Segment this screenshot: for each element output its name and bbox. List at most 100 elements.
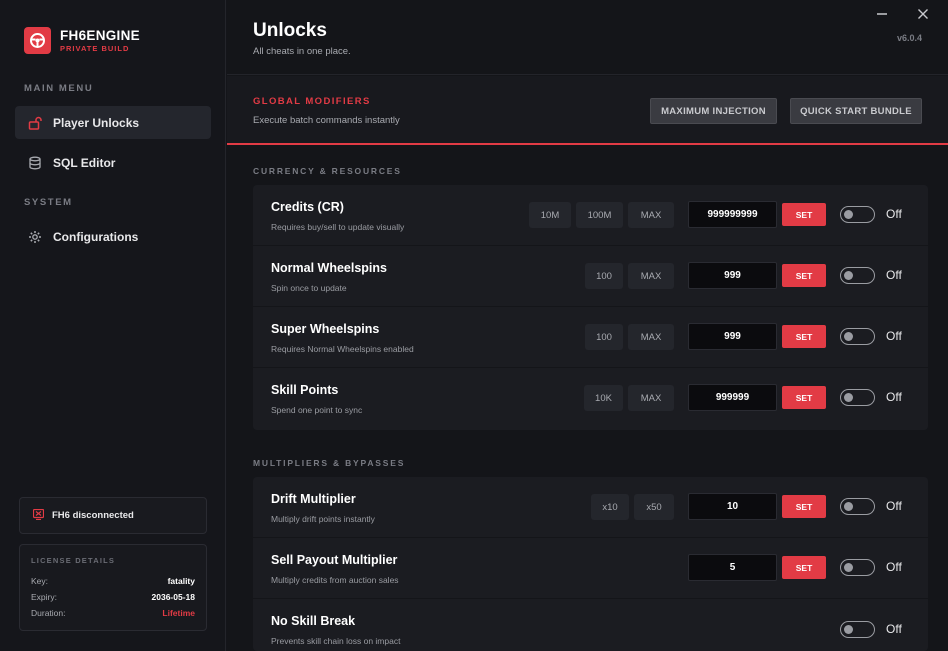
row-title: Normal Wheelspins: [271, 261, 387, 275]
sidebar-item-label: SQL Editor: [53, 155, 116, 170]
sidebar-item-player-unlocks[interactable]: Player Unlocks: [15, 106, 211, 139]
row-subtitle: Spin once to update: [271, 283, 347, 293]
preset-x50-button[interactable]: x50: [634, 494, 674, 520]
sidebar-item-configurations[interactable]: Configurations: [15, 220, 211, 253]
toggle-state-label: Off: [886, 329, 902, 343]
database-icon: [28, 156, 42, 170]
license-duration-value: Lifetime: [162, 608, 195, 618]
license-key-value: fatality: [167, 576, 195, 586]
preset-max-button[interactable]: MAX: [628, 324, 674, 350]
row-title: Sell Payout Multiplier: [271, 553, 398, 567]
sidebar-item-label: Configurations: [53, 229, 139, 244]
toggle-state-label: Off: [886, 207, 902, 221]
preset-max-button[interactable]: MAX: [628, 263, 674, 289]
preset-100-button[interactable]: 100: [585, 263, 623, 289]
drift-multiplier-value-input[interactable]: 10: [688, 493, 777, 520]
license-details: LICENSE DETAILS Key: fatality Expiry: 20…: [19, 544, 207, 631]
set-button[interactable]: SET: [782, 203, 826, 226]
row-subtitle: Requires buy/sell to update visually: [271, 222, 405, 232]
sidebar-item-sql-editor[interactable]: SQL Editor: [15, 146, 211, 179]
sell-payout-multiplier-row: Sell Payout Multiplier Multiply credits …: [253, 538, 928, 599]
row-title: Super Wheelspins: [271, 322, 380, 336]
row-subtitle: Multiply credits from auction sales: [271, 575, 399, 585]
preset-x10-button[interactable]: x10: [591, 494, 629, 520]
version-label: v6.0.4: [896, 33, 922, 43]
row-subtitle: Requires Normal Wheelspins enabled: [271, 344, 414, 354]
multipliers-panel: Drift Multiplier Multiply drift points i…: [253, 477, 928, 651]
license-title: LICENSE DETAILS: [31, 556, 116, 565]
no-skill-break-toggle[interactable]: [840, 621, 875, 638]
connection-status: FH6 disconnected: [19, 497, 207, 534]
status-text: FH6 disconnected: [52, 510, 134, 521]
normal-wheelspins-toggle[interactable]: [840, 267, 875, 284]
credits-value-input[interactable]: 999999999: [688, 201, 777, 228]
preset-100m-button[interactable]: 100M: [576, 202, 623, 228]
brand-name: FH6ENGINE: [60, 27, 140, 43]
system-label: SYSTEM: [24, 197, 73, 208]
skill-points-toggle[interactable]: [840, 389, 875, 406]
main-content: Unlocks All cheats in one place. v6.0.4 …: [227, 0, 948, 651]
minimize-icon: [877, 13, 887, 15]
super-wheelspins-value-input[interactable]: 999: [688, 323, 777, 350]
global-modifiers-subtitle: Execute batch commands instantly: [253, 115, 400, 126]
page-subtitle: All cheats in one place.: [253, 46, 351, 57]
section-label-currency: CURRENCY & RESOURCES: [253, 166, 402, 176]
preset-10k-button[interactable]: 10K: [584, 385, 623, 411]
normal-wheelspins-row: Normal Wheelspins Spin once to update 10…: [253, 246, 928, 307]
disconnected-icon: [32, 507, 45, 525]
row-title: Drift Multiplier: [271, 492, 356, 506]
page-header: Unlocks All cheats in one place. v6.0.4: [227, 0, 948, 75]
maximum-injection-button[interactable]: MAXIMUM INJECTION: [650, 98, 777, 124]
license-row: Key: fatality: [31, 573, 195, 589]
gear-icon: [28, 230, 42, 244]
close-button[interactable]: [911, 5, 935, 23]
sell-payout-value-input[interactable]: 5: [688, 554, 777, 581]
skill-points-row: Skill Points Spend one point to sync 10K…: [253, 368, 928, 429]
license-expiry-label: Expiry:: [31, 592, 57, 602]
sell-payout-toggle[interactable]: [840, 559, 875, 576]
drift-multiplier-row: Drift Multiplier Multiply drift points i…: [253, 477, 928, 538]
preset-100-button[interactable]: 100: [585, 324, 623, 350]
steering-wheel-icon: [24, 27, 51, 54]
license-key-label: Key:: [31, 576, 49, 586]
toggle-state-label: Off: [886, 268, 902, 282]
license-row: Duration: Lifetime: [31, 605, 195, 621]
credits-toggle[interactable]: [840, 206, 875, 223]
currency-panel: Credits (CR) Requires buy/sell to update…: [253, 185, 928, 430]
quick-start-bundle-button[interactable]: QUICK START BUNDLE: [790, 98, 922, 124]
unlock-icon: [28, 116, 42, 130]
row-title: Skill Points: [271, 383, 339, 397]
brand: FH6ENGINE PRIVATE BUILD: [24, 27, 140, 54]
credits-row: Credits (CR) Requires buy/sell to update…: [253, 185, 928, 246]
sidebar: FH6ENGINE PRIVATE BUILD MAIN MENU Player…: [0, 0, 226, 651]
minimize-button[interactable]: [870, 5, 894, 23]
toggle-state-label: Off: [886, 499, 902, 513]
license-duration-label: Duration:: [31, 608, 66, 618]
row-subtitle: Multiply drift points instantly: [271, 514, 375, 524]
no-skill-break-row: No Skill Break Prevents skill chain loss…: [253, 599, 928, 651]
sidebar-item-label: Player Unlocks: [53, 115, 140, 130]
super-wheelspins-row: Super Wheelspins Requires Normal Wheelsp…: [253, 307, 928, 368]
license-row: Expiry: 2036-05-18: [31, 589, 195, 605]
preset-max-button[interactable]: MAX: [628, 385, 674, 411]
set-button[interactable]: SET: [782, 264, 826, 287]
skill-points-value-input[interactable]: 999999: [688, 384, 777, 411]
close-icon: [918, 9, 928, 19]
set-button[interactable]: SET: [782, 556, 826, 579]
brand-subtitle: PRIVATE BUILD: [60, 43, 130, 53]
super-wheelspins-toggle[interactable]: [840, 328, 875, 345]
toggle-state-label: Off: [886, 560, 902, 574]
set-button[interactable]: SET: [782, 325, 826, 348]
set-button[interactable]: SET: [782, 386, 826, 409]
global-modifiers-title: GLOBAL MODIFIERS: [253, 96, 371, 107]
license-expiry-value: 2036-05-18: [151, 592, 195, 602]
preset-10m-button[interactable]: 10M: [529, 202, 571, 228]
section-label-multipliers: MULTIPLIERS & BYPASSES: [253, 458, 406, 468]
drift-multiplier-toggle[interactable]: [840, 498, 875, 515]
set-button[interactable]: SET: [782, 495, 826, 518]
row-title: No Skill Break: [271, 614, 356, 628]
main-menu-label: MAIN MENU: [24, 83, 94, 94]
toggle-state-label: Off: [886, 622, 902, 636]
normal-wheelspins-value-input[interactable]: 999: [688, 262, 777, 289]
preset-max-button[interactable]: MAX: [628, 202, 674, 228]
